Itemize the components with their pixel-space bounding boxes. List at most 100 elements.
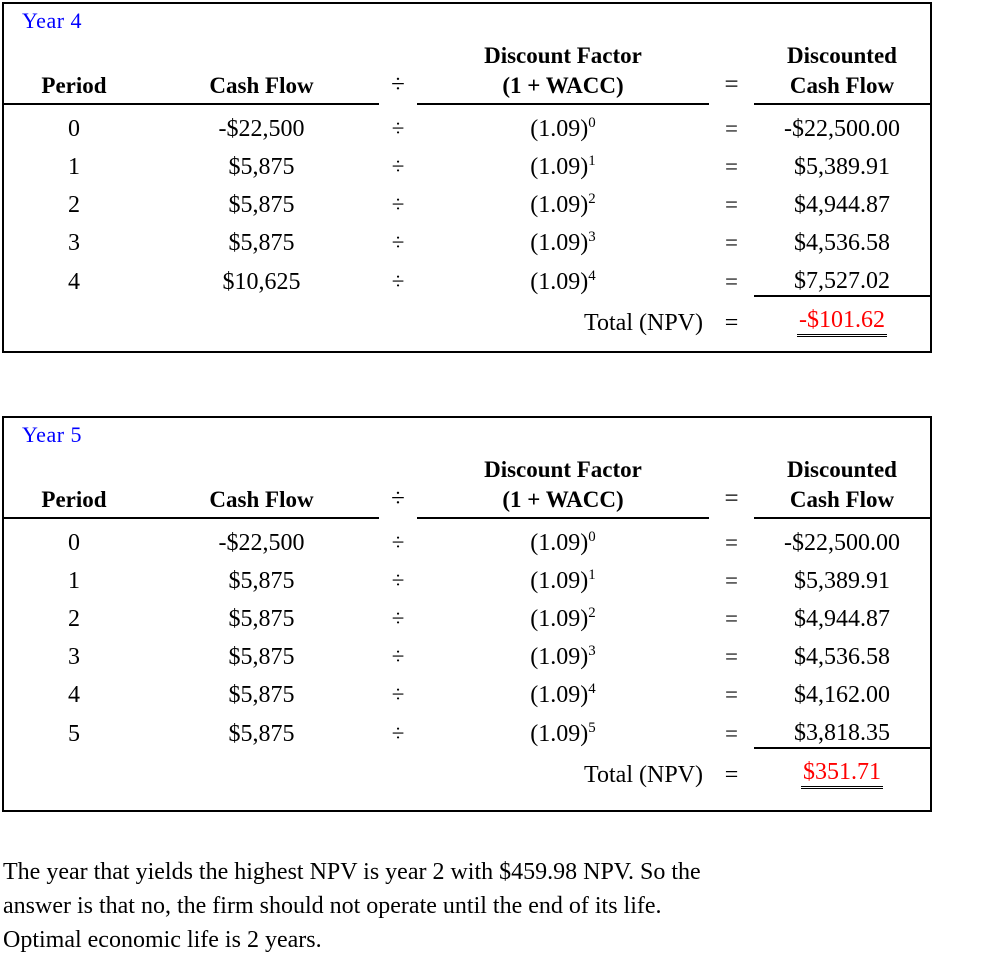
- cell-discount-factor: (1.09)1: [530, 567, 596, 594]
- header-equals-operator: X =: [724, 71, 739, 98]
- cell-cash-flow: -$22,500: [218, 530, 305, 556]
- total-npv-value-cell: -$101.62: [754, 295, 930, 337]
- npv-table-year-4: Year 4 X Period X Cash Flow X: [2, 2, 932, 353]
- cell-divide-operator: ÷: [391, 230, 405, 255]
- table-row: 0 -$22,500 ÷ (1.09)0 = -$22,500.00: [4, 104, 930, 143]
- header-discount-factor: Discount Factor (1 + WACC): [417, 40, 709, 105]
- cell-cash-flow: $5,875: [228, 644, 295, 670]
- cell-discount-factor: (1.09)4: [530, 681, 596, 708]
- cell-period: 2: [68, 606, 80, 632]
- cell-cash-flow: $5,875: [228, 682, 295, 708]
- header-discounted-cash-flow: Discounted Cash Flow: [754, 40, 930, 105]
- cell-period: 1: [68, 568, 80, 594]
- cell-equals-operator: =: [725, 721, 738, 746]
- cell-period: 0: [68, 116, 80, 142]
- cell-empty: [379, 296, 417, 337]
- cell-empty: [144, 296, 379, 337]
- cell-divide-operator: ÷: [391, 192, 405, 217]
- cell-period: 1: [68, 154, 80, 180]
- header-period: X Period: [4, 454, 144, 519]
- cell-discount-factor: (1.09)2: [530, 191, 596, 218]
- table-header-row: X Period X Cash Flow X ÷ Discount Factor…: [4, 454, 930, 519]
- cell-cash-flow: -$22,500: [218, 116, 305, 142]
- cell-discount-factor: (1.09)3: [530, 229, 596, 256]
- cell-divide-operator: ÷: [391, 154, 405, 179]
- header-discount-factor: Discount Factor (1 + WACC): [417, 454, 709, 519]
- table-row: 3 $5,875 ÷ (1.09)3 = $4,536.58: [4, 633, 930, 671]
- cell-equals-operator: =: [725, 116, 738, 141]
- cell-equals-operator: =: [725, 154, 738, 179]
- table-row: 2 $5,875 ÷ (1.09)2 = $4,944.87: [4, 181, 930, 219]
- total-npv-value: -$101.62: [797, 307, 887, 337]
- cell-divide-operator: ÷: [391, 116, 405, 141]
- table-row: 5 $5,875 ÷ (1.09)5 = $3,818.35: [4, 709, 930, 748]
- conclusion-line-1: The year that yields the highest NPV is …: [3, 859, 701, 885]
- cell-discount-factor: (1.09)0: [530, 529, 596, 556]
- header-divide-operator: X ÷: [391, 485, 405, 512]
- total-equals-operator: =: [724, 310, 739, 336]
- table-row: 1 $5,875 ÷ (1.09)1 = $5,389.91: [4, 143, 930, 181]
- cell-discounted-cash-flow: $7,527.02: [794, 268, 890, 294]
- year-label-0: Year 4: [22, 8, 83, 33]
- cell-empty: [379, 748, 417, 789]
- cell-cash-flow: $5,875: [228, 721, 295, 747]
- conclusion-paragraph: The year that yields the highest NPV is …: [3, 855, 993, 957]
- table-row: 4 $10,625 ÷ (1.09)4 = $7,527.02: [4, 257, 930, 296]
- cell-equals-operator: =: [725, 192, 738, 217]
- cell-equals-operator: =: [725, 644, 738, 669]
- cell-divide-operator: ÷: [391, 721, 405, 746]
- total-equals-operator: =: [724, 762, 739, 788]
- header-equals-operator: X =: [724, 485, 739, 512]
- cell-period: 4: [68, 269, 80, 295]
- cell-equals-operator: =: [725, 682, 738, 707]
- cell-cash-flow: $5,875: [228, 230, 295, 256]
- table-total-row: Total (NPV) = $351.71: [4, 747, 930, 789]
- cell-divide-operator: ÷: [391, 568, 405, 593]
- year-label-1: Year 5: [22, 422, 83, 447]
- cell-divide-operator: ÷: [391, 530, 405, 555]
- total-npv-value: $351.71: [801, 759, 883, 789]
- cell-discounted-cash-flow: $3,818.35: [794, 720, 890, 746]
- cell-period: 3: [68, 644, 80, 670]
- cell-discount-factor: (1.09)3: [530, 643, 596, 670]
- conclusion-line-3: Optimal economic life is 2 years.: [3, 927, 322, 953]
- cell-period: 5: [68, 721, 80, 747]
- table-row: 3 $5,875 ÷ (1.09)3 = $4,536.58: [4, 219, 930, 257]
- cell-divide-operator: ÷: [391, 606, 405, 631]
- total-npv-label: Total (NPV): [584, 310, 703, 336]
- cell-discount-factor: (1.09)0: [530, 115, 596, 142]
- cell-discounted-cash-flow: $4,944.87: [794, 192, 890, 218]
- cell-discounted-cash-flow: $4,162.00: [794, 682, 890, 708]
- cell-discounted-cash-flow: -$22,500.00: [784, 530, 900, 556]
- table-row: 0 -$22,500 ÷ (1.09)0 = -$22,500.00: [4, 518, 930, 557]
- cell-empty: [4, 296, 144, 337]
- cell-discounted-cash-flow: $5,389.91: [794, 154, 890, 180]
- cell-discounted-cash-flow: $4,536.58: [794, 644, 890, 670]
- cell-equals-operator: =: [725, 568, 738, 593]
- cell-equals-operator: =: [725, 530, 738, 555]
- cell-discount-factor: (1.09)4: [530, 268, 596, 295]
- cell-divide-operator: ÷: [391, 682, 405, 707]
- cell-period: 2: [68, 192, 80, 218]
- cell-discount-factor: (1.09)2: [530, 605, 596, 632]
- cell-divide-operator: ÷: [391, 644, 405, 669]
- cell-cash-flow: $5,875: [228, 568, 295, 594]
- cell-discount-factor: (1.09)1: [530, 153, 596, 180]
- header-cash-flow: X Cash Flow: [144, 40, 379, 105]
- total-npv-value-cell: $351.71: [754, 747, 930, 789]
- header-discounted-cash-flow: Discounted Cash Flow: [754, 454, 930, 519]
- cell-equals-operator: =: [725, 269, 738, 294]
- header-period: X Period: [4, 40, 144, 105]
- cell-empty: [144, 748, 379, 789]
- cell-discounted-cash-flow: $4,536.58: [794, 230, 890, 256]
- cell-period: 0: [68, 530, 80, 556]
- cell-discounted-cash-flow: -$22,500.00: [784, 116, 900, 142]
- cell-cash-flow: $5,875: [228, 192, 295, 218]
- npv-grid-1: X Period X Cash Flow X ÷ Discount Factor…: [4, 454, 930, 789]
- cell-period: 4: [68, 682, 80, 708]
- table-header-row: X Period X Cash Flow X ÷ Discount Factor…: [4, 40, 930, 105]
- npv-grid-0: X Period X Cash Flow X ÷ Discount Factor…: [4, 40, 930, 337]
- cell-discount-factor: (1.09)5: [530, 720, 596, 747]
- table-row: 1 $5,875 ÷ (1.09)1 = $5,389.91: [4, 557, 930, 595]
- cell-cash-flow: $5,875: [228, 154, 295, 180]
